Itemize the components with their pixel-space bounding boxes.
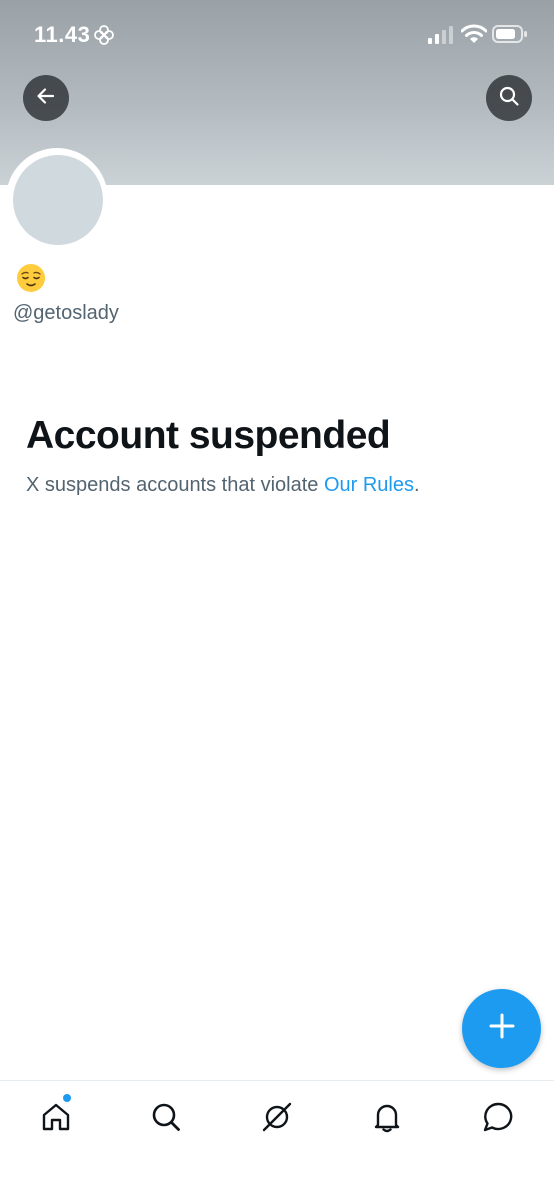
search-icon bbox=[149, 1100, 183, 1139]
home-notification-dot bbox=[63, 1094, 71, 1102]
profile-handle: @getoslady bbox=[13, 302, 119, 324]
nav-search[interactable] bbox=[146, 1099, 186, 1139]
suspension-message: X suspends accounts that violate Our Rul… bbox=[26, 474, 420, 497]
relieved-face-emoji bbox=[16, 263, 46, 293]
battery-icon bbox=[492, 24, 528, 49]
back-button[interactable] bbox=[23, 75, 69, 121]
compose-post-button[interactable] bbox=[462, 989, 541, 1068]
flower-icon bbox=[93, 24, 115, 51]
arrow-left-icon bbox=[35, 85, 57, 112]
suspension-text: X suspends accounts that violate bbox=[26, 474, 324, 496]
grok-icon bbox=[259, 1099, 295, 1140]
suspension-text-end: . bbox=[414, 474, 420, 496]
home-icon bbox=[39, 1100, 73, 1139]
nav-messages[interactable] bbox=[478, 1099, 518, 1139]
bottom-navigation bbox=[0, 1080, 554, 1200]
nav-home[interactable] bbox=[36, 1099, 76, 1139]
status-time: 11.43 bbox=[34, 22, 91, 47]
plus-icon bbox=[487, 1011, 517, 1046]
our-rules-link[interactable]: Our Rules bbox=[324, 474, 414, 496]
nav-grok[interactable] bbox=[257, 1099, 297, 1139]
search-icon bbox=[498, 85, 520, 112]
nav-notifications[interactable] bbox=[367, 1099, 407, 1139]
wifi-icon bbox=[460, 24, 488, 49]
message-bubble-icon bbox=[481, 1100, 515, 1139]
bell-icon bbox=[370, 1100, 404, 1139]
avatar[interactable] bbox=[13, 155, 103, 245]
status-bar: 11.43 bbox=[0, 0, 554, 70]
cellular-signal-icon bbox=[428, 26, 454, 49]
search-button[interactable] bbox=[486, 75, 532, 121]
suspension-title: Account suspended bbox=[26, 414, 391, 457]
